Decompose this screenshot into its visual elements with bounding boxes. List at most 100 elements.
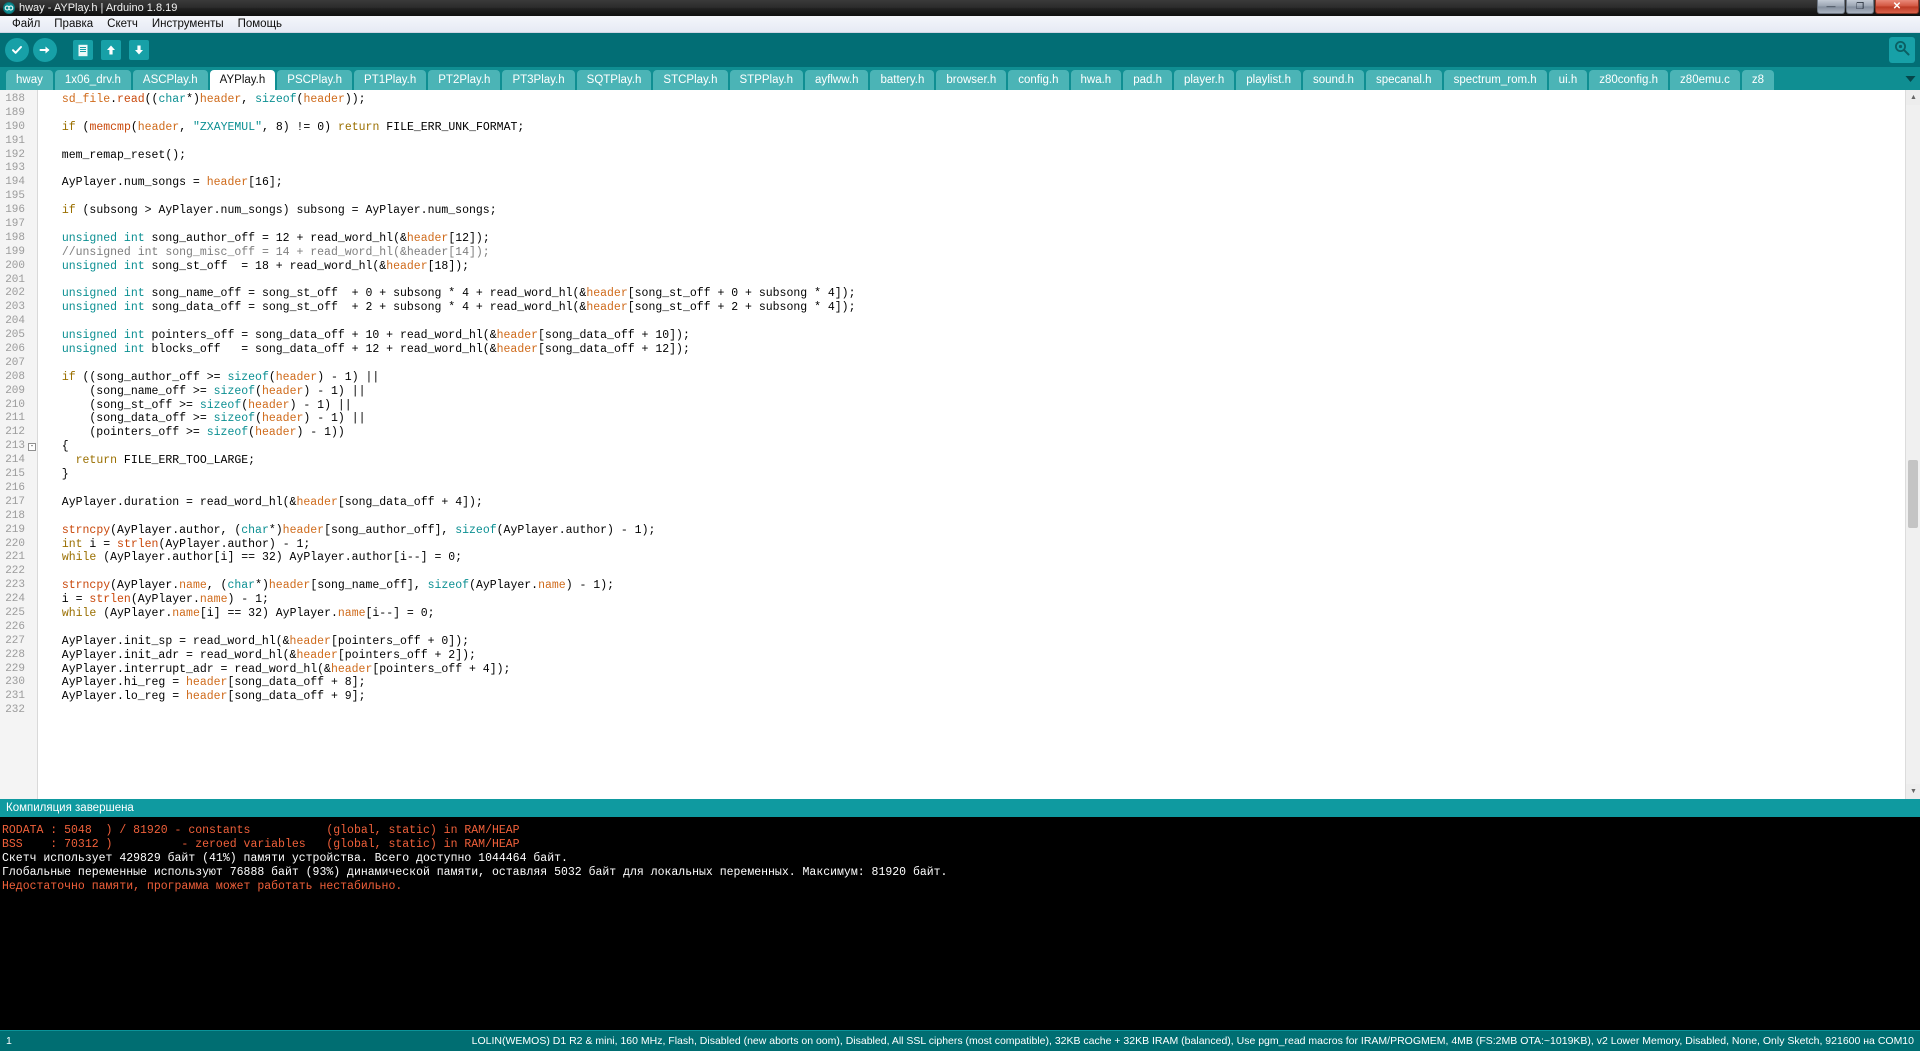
checkmark-icon (5, 38, 29, 62)
code-line: AyPlayer.duration = read_word_hl(&header… (48, 495, 483, 509)
code-line: unsigned int song_data_off = song_st_off… (61, 301, 856, 315)
tab-ascplay-h[interactable]: ASCPlay.h (132, 70, 208, 90)
maximize-button[interactable]: ❐ (1846, 0, 1874, 14)
tab-playlist-h[interactable]: playlist.h (1236, 70, 1302, 90)
console-output[interactable]: RODATA : 5048 ) / 81920 - constants (glo… (0, 817, 1920, 1030)
tab-stcplay-h[interactable]: STCPlay.h (653, 70, 728, 90)
scrollbar-thumb[interactable] (1908, 460, 1918, 528)
code-line: AyPlayer.init_adr = read_word_hl(&header… (48, 648, 476, 662)
tab-pt2play-h[interactable]: PT2Play.h (428, 70, 501, 90)
tab-z80config-h[interactable]: z80config.h (1589, 70, 1669, 90)
console-line: Недостаточно памяти, программа может раб… (2, 879, 403, 893)
code-editor[interactable]: 188 189 190 191 192 193 194 195 196 197 198 199 200 2… (0, 90, 1920, 799)
status-bar: 1 LOLIN(WEMOS) D1 R2 & mini, 160 MHz, Fl… (0, 1030, 1920, 1051)
line-number: 204 (5, 315, 25, 328)
tab-z8[interactable]: z8 (1741, 70, 1775, 90)
menu-tools[interactable]: Инструменты (145, 16, 231, 32)
tab-pt3play-h[interactable]: PT3Play.h (502, 70, 575, 90)
magnifier-icon (1893, 39, 1911, 62)
menu-sketch[interactable]: Скетч (100, 16, 145, 32)
line-number: 197 (5, 218, 25, 231)
code-line: AyPlayer.hi_reg = header[song_data_off +… (48, 676, 366, 690)
console-line: Глобальные переменные используют 76888 б… (2, 865, 948, 879)
code-line: i = strlen(AyPlayer.name) - 1; (48, 593, 269, 607)
line-number: 208 (5, 370, 25, 383)
line-number: 190 (5, 120, 25, 133)
line-number: 227 (5, 634, 25, 647)
menu-file[interactable]: Файл (5, 16, 47, 32)
code-line: unsigned int song_name_off = song_st_off… (61, 287, 856, 301)
scroll-down-arrow[interactable]: ▼ (1906, 784, 1920, 799)
line-number: 230 (5, 676, 25, 689)
tab-pscplay-h[interactable]: PSCPlay.h (277, 70, 353, 90)
tab-specanal-h[interactable]: specanal.h (1365, 70, 1442, 90)
new-sketch-button[interactable] (70, 37, 96, 63)
tab-pt1play-h[interactable]: PT1Play.h (354, 70, 427, 90)
tab-pad-h[interactable]: pad.h (1123, 70, 1172, 90)
arrow-up-icon (101, 40, 121, 60)
line-number: 222 (5, 565, 25, 578)
code-line: (pointers_off >= sizeof(header) - 1)) (48, 426, 345, 440)
menu-help[interactable]: Помощь (231, 16, 289, 32)
line-number: 203 (5, 301, 25, 314)
tab-battery-h[interactable]: battery.h (870, 70, 935, 90)
verify-button[interactable] (4, 37, 30, 63)
close-button[interactable]: ✕ (1875, 0, 1919, 14)
line-number: 215 (5, 468, 25, 481)
tab-ui-h[interactable]: ui.h (1548, 70, 1588, 90)
tab-stpplay-h[interactable]: STPPlay.h (729, 70, 803, 90)
arduino-ide-window: hway - AYPlay.h | Arduino 1.8.19 — ❐ ✕ Ф… (0, 0, 1920, 1051)
menu-edit[interactable]: Правка (47, 16, 100, 32)
line-number: 217 (5, 495, 25, 508)
console-line: RODATA : 5048 ) / 81920 - constants (glo… (2, 824, 520, 837)
code-text-area[interactable]: sd_file.read((char*)header, sizeof(heade… (38, 90, 1920, 799)
tab-ayplay-h[interactable]: AYPlay.h (209, 70, 276, 90)
line-number: 228 (5, 648, 25, 661)
line-number: 193 (5, 162, 25, 175)
tab-sqtplay-h[interactable]: SQTPlay.h (576, 70, 652, 90)
tab-sound-h[interactable]: sound.h (1303, 70, 1364, 90)
tab-config-h[interactable]: config.h (1008, 70, 1069, 90)
code-line: AyPlayer.interrupt_adr = read_word_hl(&h… (48, 662, 511, 676)
tab-1x06-drv-h[interactable]: 1x06_drv.h (54, 70, 131, 90)
tab-spectrum-rom-h[interactable]: spectrum_rom.h (1443, 70, 1547, 90)
line-number: 231 (5, 690, 25, 703)
line-number: 221 (5, 551, 25, 564)
minimize-button[interactable]: — (1817, 0, 1845, 14)
minimize-icon: — (1826, 1, 1836, 11)
tab-scroll-button[interactable] (1902, 71, 1918, 87)
open-sketch-button[interactable] (98, 37, 124, 63)
line-number: 202 (5, 287, 25, 300)
save-sketch-button[interactable] (126, 37, 152, 63)
code-fold-icon[interactable]: - (28, 443, 36, 452)
tab-hway[interactable]: hway (6, 70, 53, 90)
line-number: 205 (5, 329, 25, 342)
line-number: 219 (5, 523, 25, 536)
arduino-infinity-icon (3, 2, 15, 14)
tab-player-h[interactable]: player.h (1173, 70, 1235, 90)
console-line: Скетч использует 429829 байт (41%) памят… (2, 851, 568, 865)
tab-browser-h[interactable]: browser.h (936, 70, 1007, 90)
code-line: if (subsong > AyPlayer.num_songs) subson… (61, 204, 497, 218)
tab-z80emu-c[interactable]: z80emu.c (1670, 70, 1740, 90)
close-icon: ✕ (1892, 0, 1902, 12)
board-config-info: LOLIN(WEMOS) D1 R2 & mini, 160 MHz, Flas… (471, 1035, 1914, 1047)
upload-button[interactable] (32, 37, 58, 63)
editor-vertical-scrollbar[interactable]: ▲ ▼ (1905, 90, 1920, 799)
tab-ayflww-h[interactable]: ayflww.h (805, 70, 869, 90)
serial-monitor-button[interactable] (1889, 37, 1915, 63)
scroll-up-arrow[interactable]: ▲ (1906, 90, 1920, 105)
line-number: 210 (5, 398, 25, 411)
new-file-icon (73, 40, 93, 60)
line-number: 232 (5, 704, 25, 717)
arrow-down-icon (129, 40, 149, 60)
tab-hwa-h[interactable]: hwa.h (1070, 70, 1122, 90)
